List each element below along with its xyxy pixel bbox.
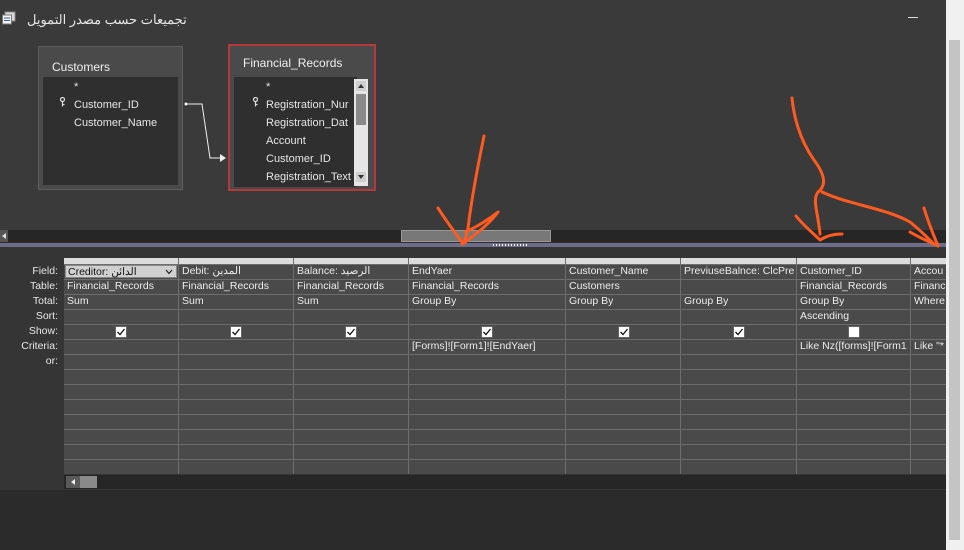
field-cell: Creditor: الدائن <box>68 266 137 278</box>
table-cell[interactable]: Financial_Records <box>412 280 499 292</box>
field-item[interactable]: Customer_Name <box>74 117 157 129</box>
chevron-down-icon[interactable] <box>163 267 175 277</box>
customers-field-list: * Customer_ID Customer_Name <box>43 77 178 185</box>
show-checkbox[interactable] <box>345 326 357 338</box>
total-cell[interactable]: Sum <box>67 295 89 307</box>
financial-records-table-title: Financial_Records <box>243 56 343 70</box>
field-item[interactable]: * <box>266 81 270 93</box>
field-cell[interactable]: Debit: المدين <box>182 265 292 277</box>
table-cell[interactable]: Financ <box>914 280 946 292</box>
scroll-left-arrow-icon[interactable] <box>66 476 80 488</box>
relationship-line[interactable] <box>180 96 230 166</box>
total-cell[interactable]: Group By <box>800 295 844 307</box>
table-cell[interactable]: Customers <box>569 280 620 292</box>
total-cell[interactable]: Group By <box>412 295 456 307</box>
row-label-field: Field: <box>32 265 58 277</box>
table-cell[interactable]: Financial_Records <box>67 280 154 292</box>
field-cell[interactable]: Customer_ID <box>800 265 862 277</box>
grid-scroll-thumb[interactable] <box>80 476 97 488</box>
field-dropdown[interactable]: Creditor: الدائن <box>65 265 177 278</box>
field-cell[interactable]: EndYaer <box>412 265 452 277</box>
row-label-total: Total: <box>32 295 58 307</box>
query-design-grid: Creditor: الدائن Financial_Records Sum D… <box>64 258 946 474</box>
customers-table-box[interactable]: Customers * Customer_ID Customer_Name <box>38 46 183 190</box>
table-cell[interactable]: Financial_Records <box>297 280 384 292</box>
total-cell[interactable]: Sum <box>297 295 319 307</box>
field-cell[interactable]: Customer_Name <box>569 265 648 277</box>
scroll-left-arrow-icon[interactable] <box>0 230 8 242</box>
table-cell[interactable]: Financial_Records <box>182 280 269 292</box>
grid-column[interactable]: Accou Financ Where Like "* <box>911 258 946 474</box>
primary-key-icon <box>252 97 259 107</box>
minimize-button[interactable] <box>905 8 921 24</box>
show-checkbox[interactable] <box>115 326 127 338</box>
row-label-show: Show: <box>28 325 58 337</box>
show-checkbox[interactable] <box>848 326 860 338</box>
grid-column[interactable]: Debit: المدين Financial_Records Sum <box>179 258 294 474</box>
field-cell[interactable]: Accou <box>914 265 943 277</box>
financial-records-field-list: * Registration_Nur Registration_Dat Acco… <box>234 77 357 187</box>
table-cell[interactable]: Financial_Records <box>800 280 887 292</box>
grid-column[interactable]: Creditor: الدائن Financial_Records Sum <box>64 258 179 474</box>
grid-column[interactable]: PreviuseBalnce: ClcPre Group By <box>681 258 797 474</box>
total-cell[interactable]: Where <box>914 295 945 307</box>
field-cell[interactable]: PreviuseBalnce: ClcPre <box>684 265 795 277</box>
field-item[interactable]: Registration_Dat <box>266 117 354 129</box>
grid-column[interactable]: Balance: الرصيد Financial_Records Sum <box>294 258 409 474</box>
total-cell[interactable]: Group By <box>569 295 613 307</box>
upper-scroll-thumb[interactable] <box>401 230 551 242</box>
empty-area <box>0 490 946 550</box>
field-cell[interactable]: Balance: الرصيد <box>297 265 407 277</box>
criteria-cell[interactable]: Like "* <box>914 340 944 352</box>
criteria-cell[interactable]: Like Nz([forms]![Form1 <box>800 340 910 352</box>
grid-column[interactable]: Customer_Name Customers Group By <box>566 258 681 474</box>
field-item[interactable]: Registration_Nur <box>266 99 354 111</box>
show-checkbox[interactable] <box>618 326 630 338</box>
scroll-up-arrow-icon[interactable] <box>356 81 366 91</box>
query-icon <box>2 11 16 25</box>
total-cell[interactable]: Sum <box>182 295 204 307</box>
criteria-cell[interactable]: [Forms]![Form1]![EndYaer] <box>412 340 562 352</box>
show-checkbox[interactable] <box>481 326 493 338</box>
total-cell[interactable]: Group By <box>684 295 728 307</box>
window-title: تجميعات حسب مصدر التمويل <box>27 12 187 27</box>
row-label-or: or: <box>45 355 58 367</box>
scroll-thumb[interactable] <box>356 94 366 125</box>
show-checkbox[interactable] <box>733 326 745 338</box>
financial-records-table-box[interactable]: Financial_Records * Registration_Nur Reg… <box>228 44 376 191</box>
primary-key-icon <box>59 97 66 107</box>
grid-horizontal-scrollbar[interactable] <box>64 475 946 489</box>
show-checkbox[interactable] <box>230 326 242 338</box>
customers-table-title: Customers <box>52 60 111 74</box>
field-item[interactable]: Registration_Text <box>266 171 354 183</box>
field-item[interactable]: * <box>74 81 78 93</box>
grid-column[interactable]: EndYaer Financial_Records Group By [Form… <box>409 258 566 474</box>
sort-cell[interactable]: Ascending <box>800 310 849 322</box>
field-item[interactable]: Customer_ID <box>74 99 139 111</box>
field-item[interactable]: Customer_ID <box>266 153 331 165</box>
scroll-down-arrow-icon[interactable] <box>356 172 366 182</box>
grid-column[interactable]: Customer_ID Financial_Records Group By A… <box>797 258 911 474</box>
row-label-criteria: Criteria: <box>21 340 58 352</box>
field-item[interactable]: Account <box>266 135 306 147</box>
row-label-table: Table: <box>29 280 58 292</box>
vertical-scroll-thumb[interactable] <box>949 40 960 540</box>
row-label-sort: Sort: <box>35 310 58 322</box>
